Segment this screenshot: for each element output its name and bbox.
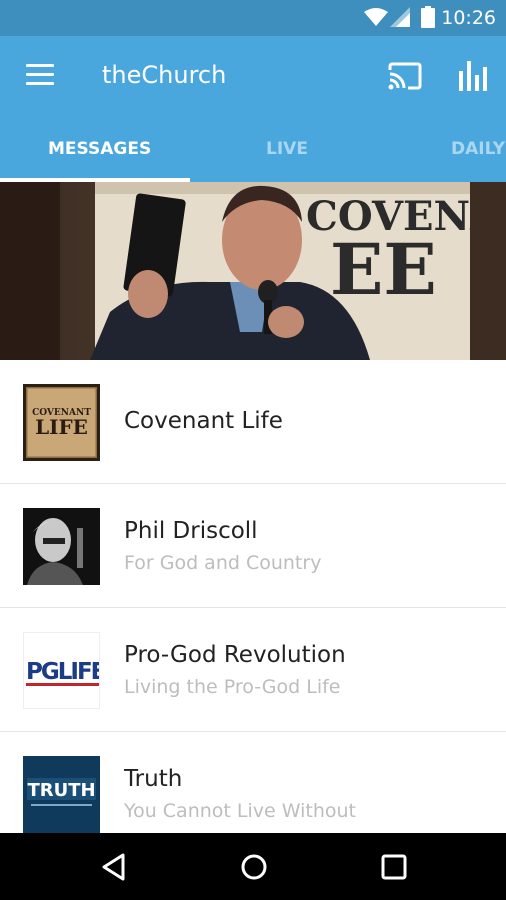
list-item[interactable]: PGLIFE Pro-God Revolution Living the Pro… — [0, 608, 506, 732]
back-icon[interactable] — [101, 853, 127, 881]
clock: 10:26 — [441, 7, 496, 29]
item-subtitle: You Cannot Live Without — [124, 800, 356, 822]
thumb-logo-text: TRUTH — [27, 780, 95, 801]
svg-text:EE: EE — [330, 228, 437, 311]
battery-icon — [421, 6, 435, 28]
wifi-icon — [364, 8, 388, 26]
hero-image[interactable]: COVENANT EE — [0, 182, 506, 360]
tab-messages[interactable]: MESSAGES — [48, 116, 151, 182]
menu-icon[interactable] — [26, 64, 54, 86]
thumb-logo-text: PGLIFE — [26, 659, 100, 685]
series-list: COVENANT LIFE Covenant Life Phil Driscol… — [0, 360, 506, 856]
item-subtitle: Living the Pro-God Life — [124, 676, 341, 698]
series-thumbnail: TRUTH — [23, 756, 100, 833]
tab-bar: MESSAGES LIVE DAILY — [0, 116, 506, 182]
thumb-logo-text: LIFE — [35, 415, 88, 439]
item-title: Truth — [124, 766, 183, 792]
tab-daily[interactable]: DAILY — [451, 116, 505, 182]
app-title: theChurch — [102, 61, 227, 89]
home-icon[interactable] — [240, 853, 268, 881]
status-bar: 10:26 — [0, 0, 506, 36]
series-thumbnail: PGLIFE — [23, 632, 100, 709]
series-thumbnail — [23, 508, 100, 585]
item-subtitle: For God and Country — [124, 552, 322, 574]
list-item[interactable]: COVENANT LIFE Covenant Life — [0, 360, 506, 484]
equalizer-icon[interactable] — [458, 59, 488, 91]
series-thumbnail: COVENANT LIFE — [23, 384, 100, 461]
cell-signal-icon — [390, 7, 410, 27]
tab-live[interactable]: LIVE — [266, 116, 308, 182]
recents-icon[interactable] — [381, 854, 407, 880]
system-nav-bar — [0, 833, 506, 900]
item-title: Covenant Life — [124, 408, 283, 434]
cast-icon[interactable] — [388, 62, 422, 90]
list-item[interactable]: Phil Driscoll For God and Country — [0, 484, 506, 608]
item-title: Phil Driscoll — [124, 518, 258, 544]
item-title: Pro-God Revolution — [124, 642, 346, 668]
app-bar: theChurch — [0, 36, 506, 116]
